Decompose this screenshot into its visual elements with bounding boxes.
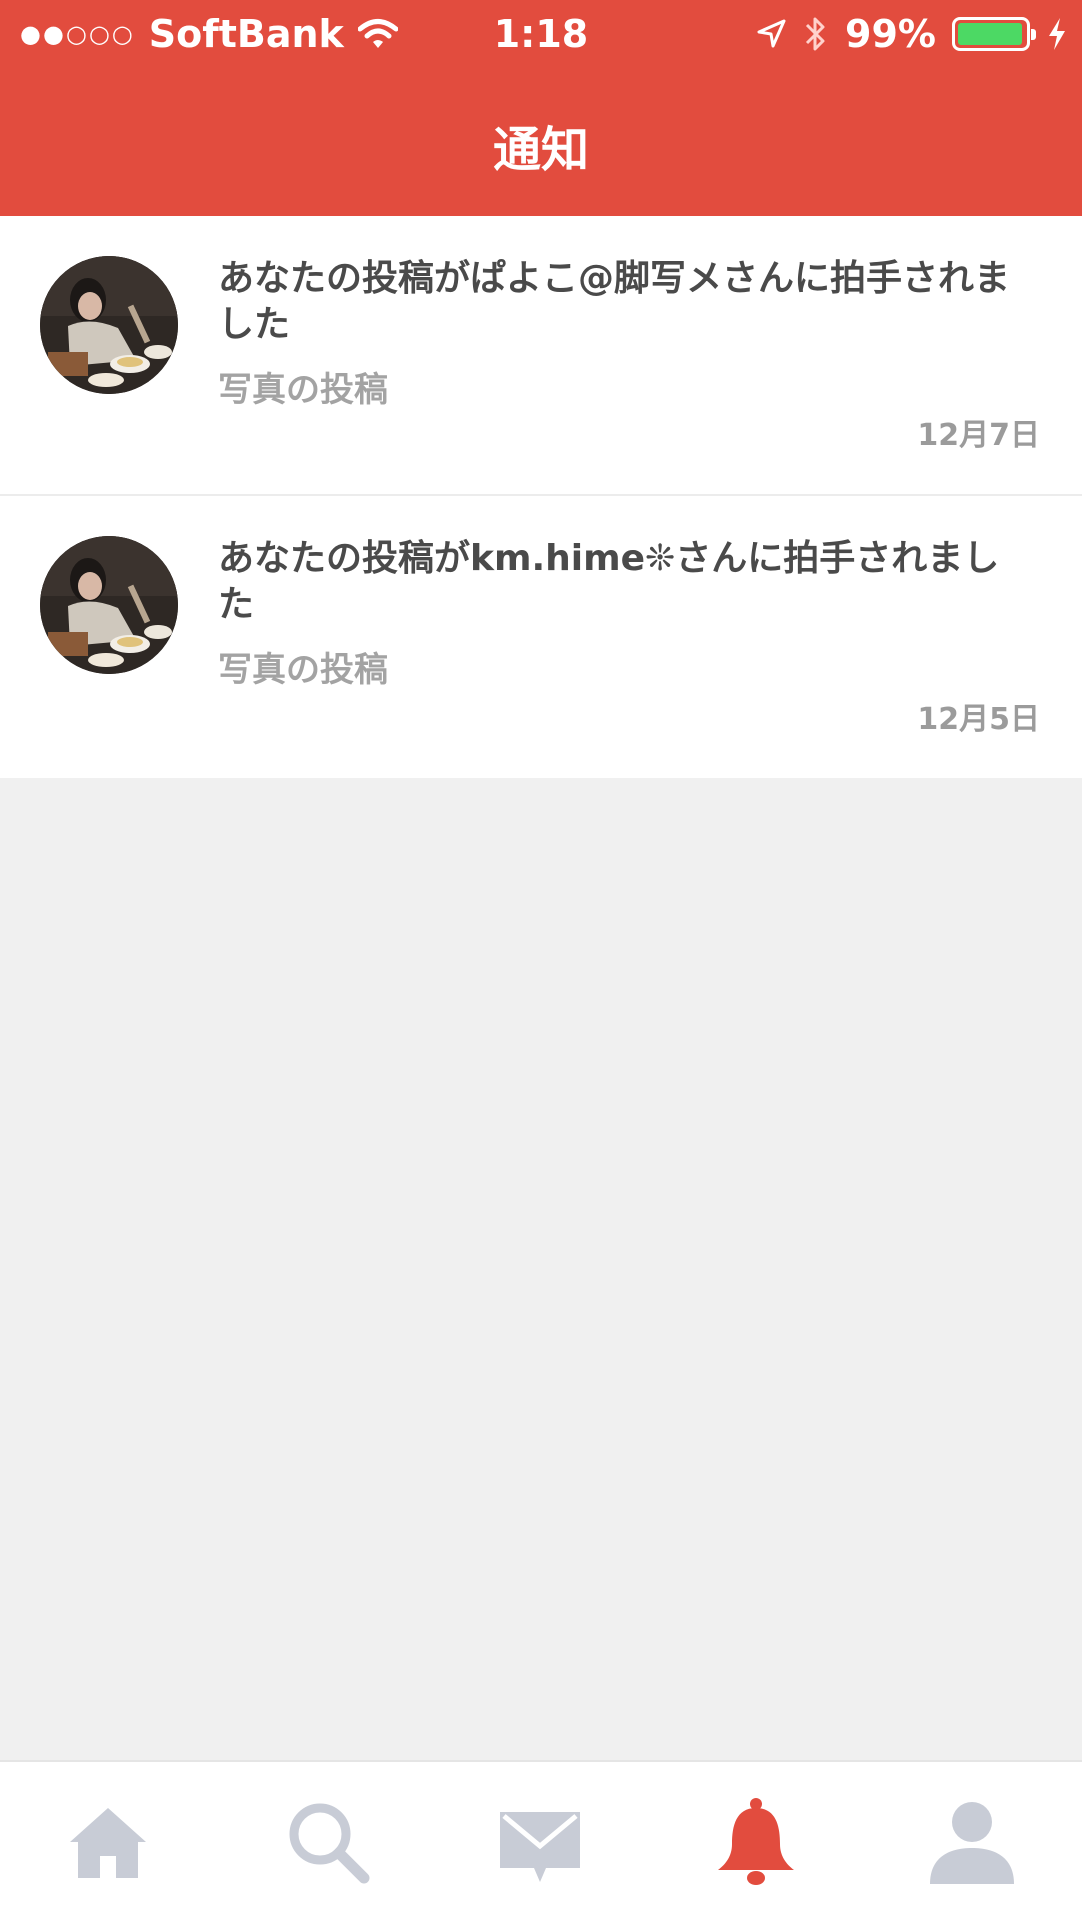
notification-item[interactable]: あなたの投稿がぱよこ@脚写メさんに拍手されました 写真の投稿 12月7日 <box>0 216 1082 496</box>
location-arrow-icon <box>757 19 786 48</box>
tab-search[interactable] <box>278 1792 378 1892</box>
notification-date: 12月5日 <box>917 702 1040 737</box>
status-bar: ●●○○○ SoftBank 1:18 99% <box>0 0 1082 70</box>
tab-home[interactable] <box>58 1792 158 1892</box>
notification-message: あなたの投稿がkm.hime❊さんに拍手されました <box>218 538 1000 625</box>
battery-icon <box>952 17 1036 51</box>
notification-text: あなたの投稿がぱよこ@脚写メさんに拍手されました 写真の投稿 <box>218 256 1018 411</box>
tab-bar <box>0 1760 1082 1920</box>
tab-profile[interactable] <box>922 1792 1022 1892</box>
notification-date: 12月7日 <box>917 418 1040 453</box>
bluetooth-icon <box>805 17 825 51</box>
battery-percent: 99% <box>845 12 936 56</box>
notification-list: あなたの投稿がぱよこ@脚写メさんに拍手されました 写真の投稿 12月7日 あなた… <box>0 216 1082 778</box>
profile-icon <box>930 1802 1014 1884</box>
page-title: 通知 <box>492 122 589 178</box>
status-right: 99% <box>755 12 1068 56</box>
avatar <box>40 536 178 674</box>
charging-bolt-icon <box>1049 18 1065 50</box>
search-icon <box>289 1803 370 1884</box>
bell-icon <box>718 1798 794 1885</box>
tab-messages[interactable] <box>490 1792 590 1892</box>
home-icon <box>70 1808 146 1878</box>
notification-subtitle: 写真の投稿 <box>218 650 388 690</box>
notification-text: あなたの投稿がkm.hime❊さんに拍手されました 写真の投稿 <box>218 536 1018 691</box>
app-root: ●●○○○ SoftBank 1:18 99% 通知 あなたの投稿がぱよこ@脚写… <box>0 0 1082 1920</box>
avatar <box>40 256 178 394</box>
tab-notifications[interactable] <box>706 1792 806 1892</box>
mail-icon <box>500 1812 580 1882</box>
avatar-photo <box>40 536 178 674</box>
notification-item[interactable]: あなたの投稿がkm.hime❊さんに拍手されました 写真の投稿 12月5日 <box>0 496 1082 778</box>
notification-subtitle: 写真の投稿 <box>218 370 388 410</box>
avatar-photo <box>40 256 178 394</box>
battery-fill <box>958 23 1023 45</box>
notification-message: あなたの投稿がぱよこ@脚写メさんに拍手されました <box>218 258 1011 345</box>
header: ●●○○○ SoftBank 1:18 99% 通知 <box>0 0 1082 216</box>
